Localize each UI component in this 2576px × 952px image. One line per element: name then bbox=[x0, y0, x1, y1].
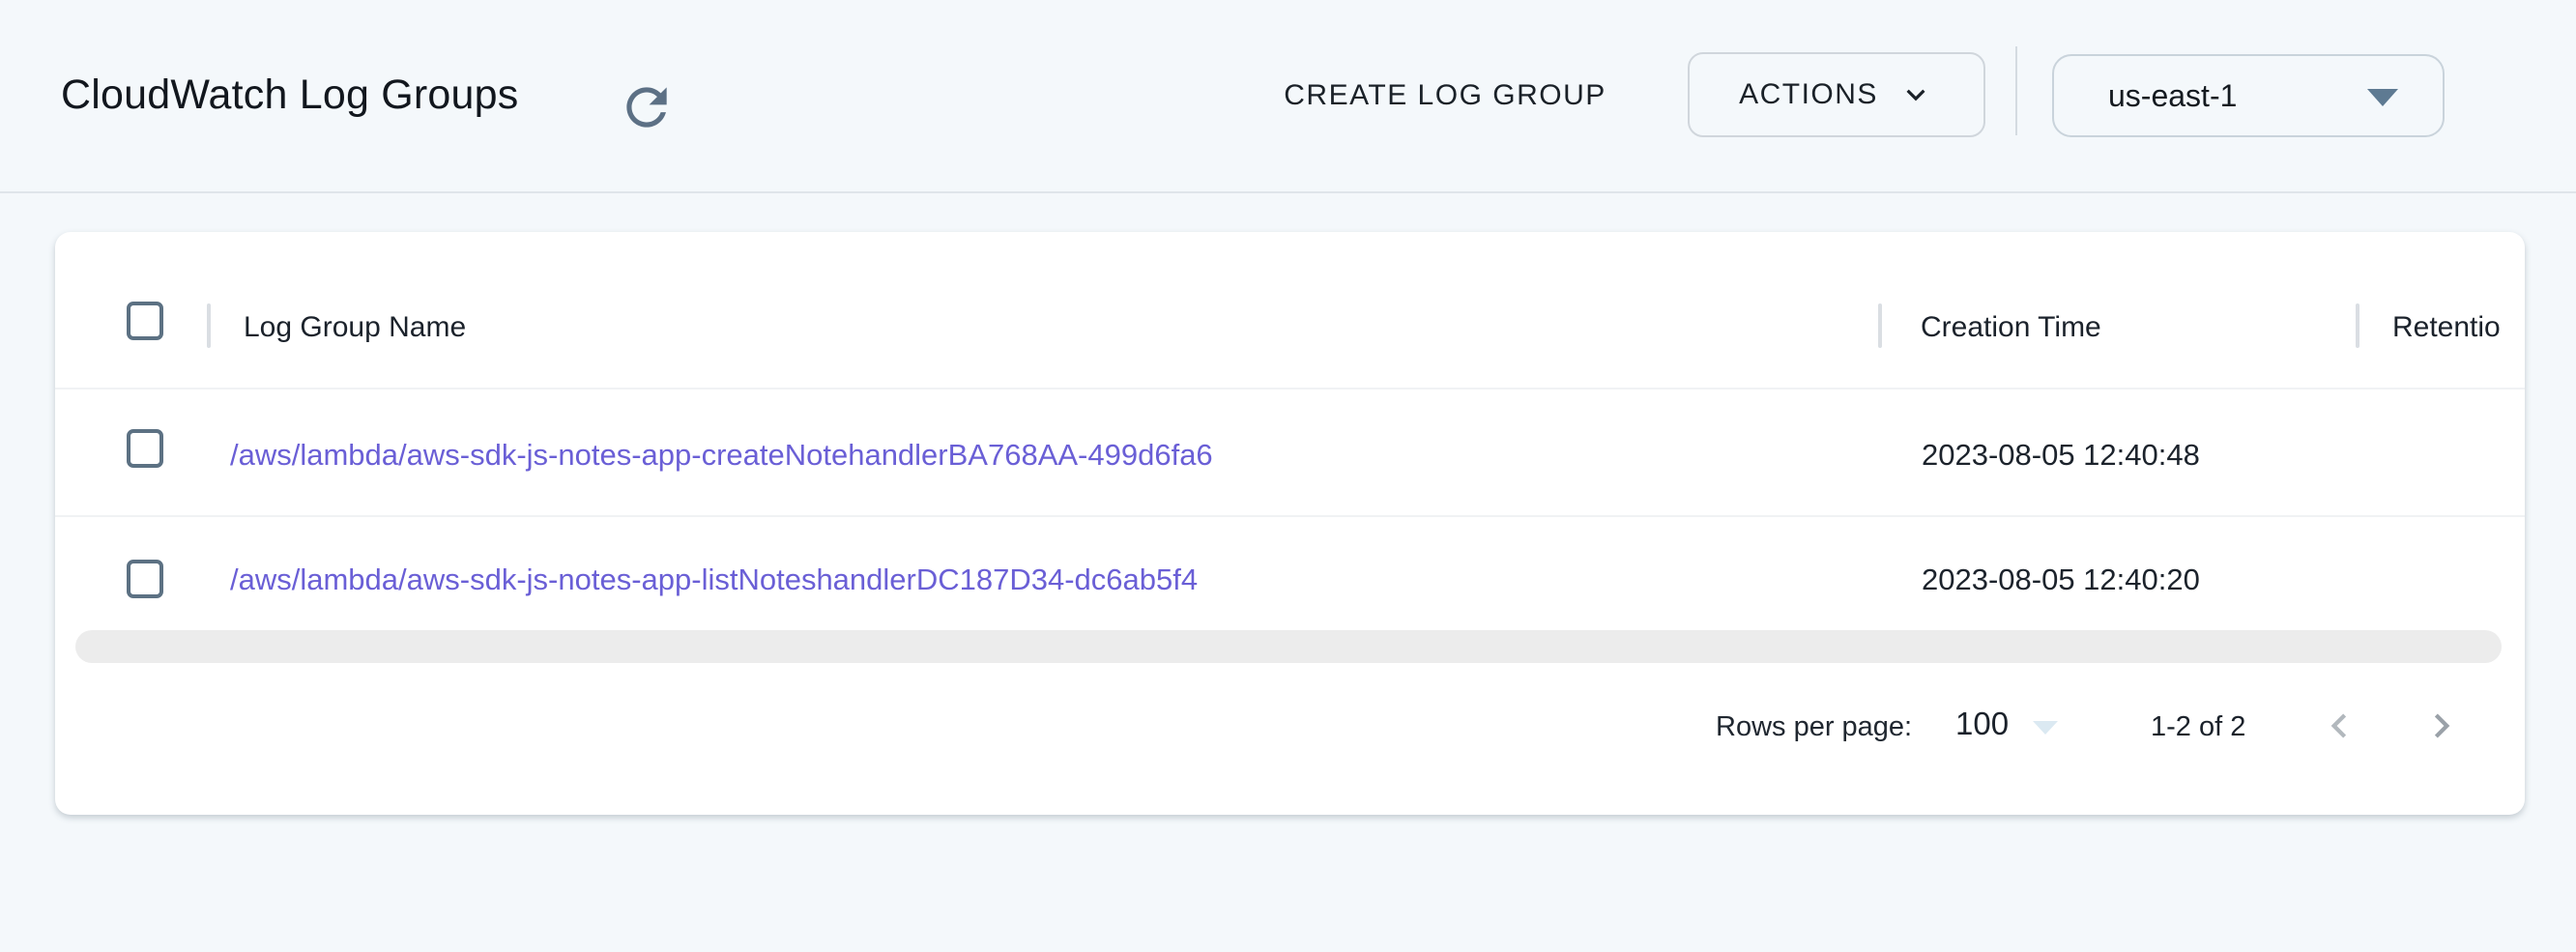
refresh-button[interactable] bbox=[617, 77, 677, 137]
column-header-retention[interactable]: Retentio bbox=[2392, 308, 2501, 347]
page-title: CloudWatch Log Groups bbox=[61, 72, 518, 119]
horizontal-scrollbar-thumb[interactable] bbox=[75, 630, 2502, 663]
log-group-link[interactable]: /aws/lambda/aws-sdk-js-notes-app-createN… bbox=[230, 437, 1213, 474]
actions-button-label: ACTIONS bbox=[1739, 78, 1878, 111]
pagination-range: 1-2 of 2 bbox=[2151, 711, 2245, 743]
chevron-left-icon bbox=[2315, 702, 2363, 750]
rows-per-page-label: Rows per page: bbox=[1716, 711, 1912, 743]
region-selector-value: us-east-1 bbox=[2108, 78, 2237, 114]
refresh-icon bbox=[617, 77, 677, 137]
creation-time-cell: 2023-08-05 12:40:20 bbox=[1922, 562, 2200, 598]
column-header-creation-time[interactable]: Creation Time bbox=[1921, 308, 2101, 347]
log-group-link[interactable]: /aws/lambda/aws-sdk-js-notes-app-listNot… bbox=[230, 562, 1198, 598]
previous-page-button[interactable] bbox=[2315, 702, 2363, 750]
header-border bbox=[55, 388, 2525, 389]
row-checkbox[interactable] bbox=[127, 429, 163, 468]
page-header: CloudWatch Log Groups CREATE LOG GROUP A… bbox=[0, 0, 2576, 193]
log-groups-card: Log Group Name Creation Time Retentio /a… bbox=[55, 232, 2525, 815]
actions-button[interactable]: ACTIONS bbox=[1688, 52, 1985, 137]
region-selector[interactable]: us-east-1 bbox=[2052, 54, 2445, 137]
create-log-group-button[interactable]: CREATE LOG GROUP bbox=[1252, 58, 1638, 133]
column-divider bbox=[1878, 303, 1882, 348]
caret-down-icon bbox=[2367, 89, 2398, 106]
column-divider bbox=[207, 303, 211, 348]
row-border bbox=[55, 515, 2525, 517]
dropdown-caret-icon bbox=[2033, 721, 2058, 735]
page: { "header": { "title": "CloudWatch Log G… bbox=[0, 0, 2576, 952]
chevron-down-icon bbox=[1897, 76, 1934, 113]
select-all-checkbox[interactable] bbox=[127, 302, 163, 340]
rows-per-page-value: 100 bbox=[1955, 706, 2009, 742]
column-divider bbox=[2356, 303, 2359, 348]
creation-time-cell: 2023-08-05 12:40:48 bbox=[1922, 437, 2200, 474]
column-header-log-group-name[interactable]: Log Group Name bbox=[244, 308, 466, 347]
chevron-right-icon bbox=[2417, 702, 2466, 750]
rows-per-page-select[interactable]: 100 bbox=[1952, 706, 2077, 748]
next-page-button[interactable] bbox=[2417, 702, 2466, 750]
header-divider bbox=[2015, 46, 2017, 135]
row-checkbox[interactable] bbox=[127, 560, 163, 598]
